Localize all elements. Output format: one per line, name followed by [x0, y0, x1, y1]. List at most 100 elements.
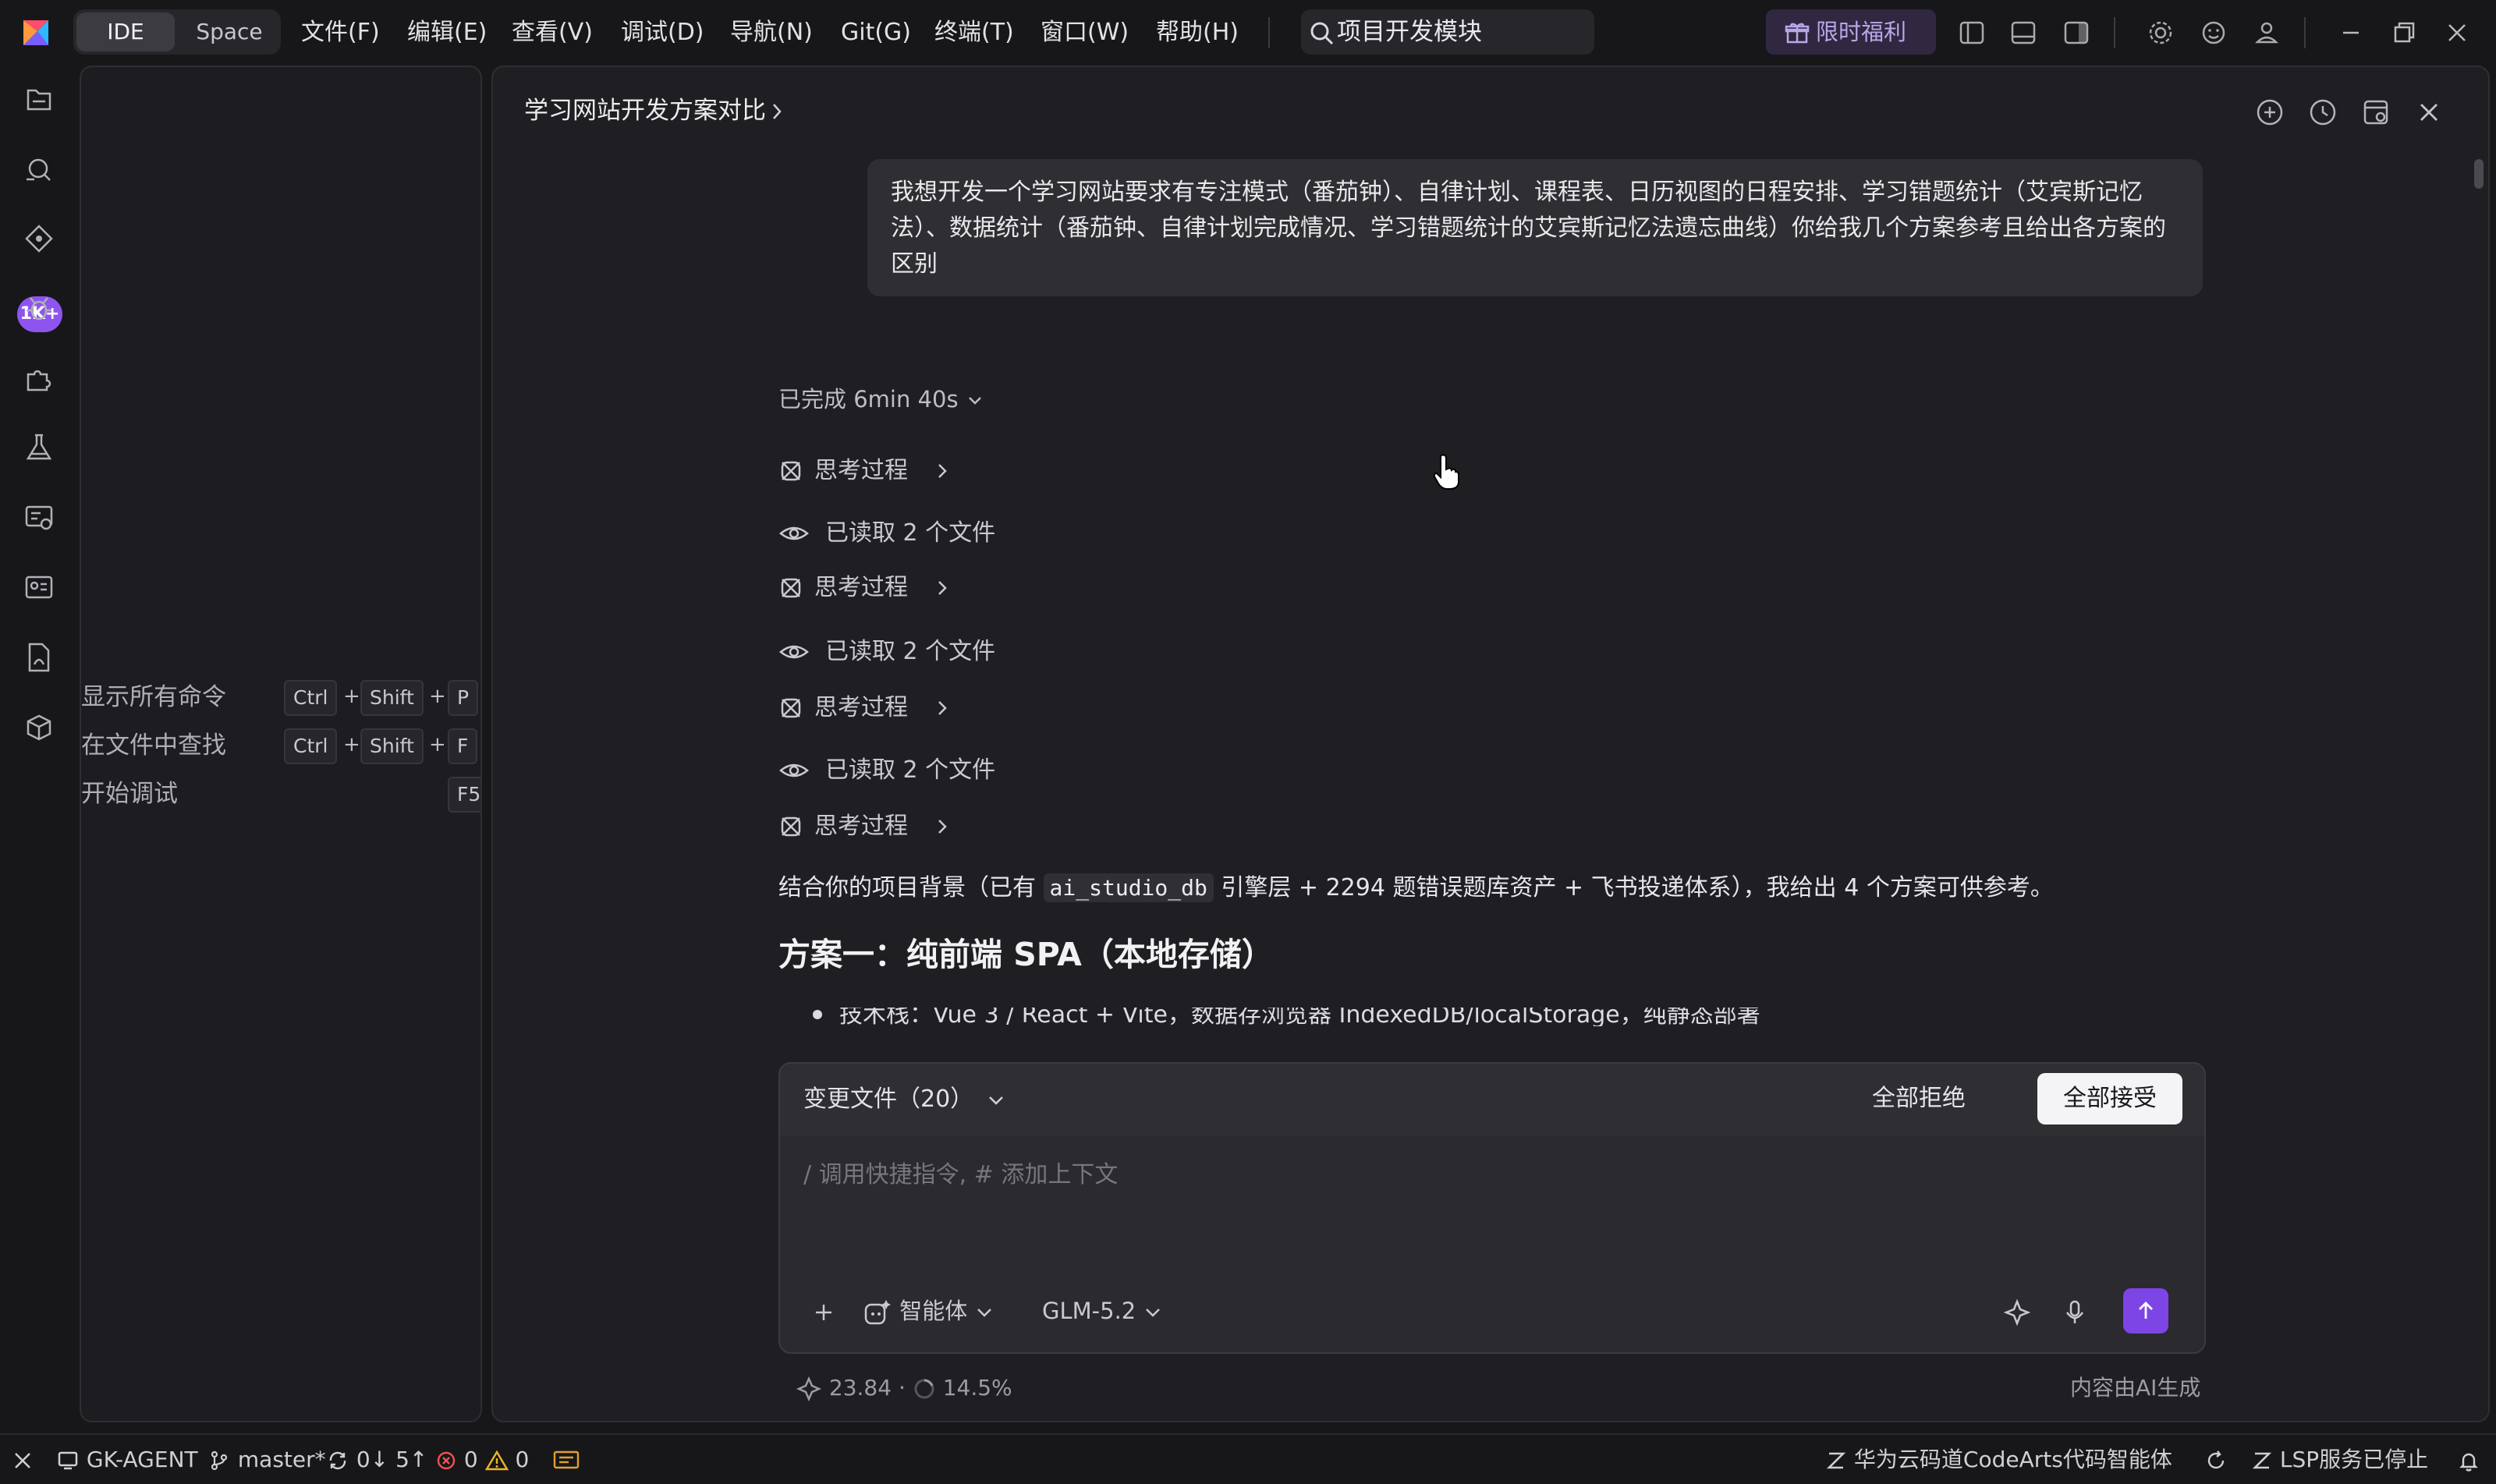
debug-bug-icon[interactable]	[17, 287, 61, 331]
restore-window-icon[interactable]	[2387, 16, 2421, 50]
remote-monitor-icon[interactable]	[17, 496, 61, 540]
git-sync-indicator[interactable]: 0↓ 5↑	[326, 1435, 427, 1484]
sync-counts: 0↓ 5↑	[356, 1447, 428, 1472]
monitor-icon	[58, 1451, 78, 1470]
menu-edit[interactable]: 编辑(E)	[407, 16, 487, 50]
command-start-debug[interactable]: 开始调试 F5	[81, 772, 480, 816]
search-files-icon[interactable]	[17, 148, 61, 192]
model-select-dropdown[interactable]: GLM-5.2	[1042, 1291, 1163, 1330]
step-thinking[interactable]: 思考过程	[778, 809, 966, 844]
feedback-smiley-icon[interactable]	[2196, 16, 2231, 50]
mode-space-tab[interactable]: Space	[181, 12, 278, 51]
app-logo-icon	[19, 16, 53, 50]
remote-connect-icon[interactable]	[11, 1435, 34, 1484]
credits-icon	[796, 1376, 822, 1402]
explorer-folder-icon[interactable]	[17, 78, 61, 122]
toggle-bottom-panel-icon[interactable]	[2006, 16, 2040, 50]
menu-view[interactable]: 查看(V)	[512, 16, 593, 50]
shortcut-key: P	[448, 680, 479, 716]
shortcut-plus: +	[343, 685, 360, 708]
stats-separator: ·	[898, 1375, 906, 1401]
welcome-panel: 显示所有命令 Ctrl + Shift + P 在文件中查找 Ctrl + Sh…	[80, 66, 482, 1422]
step-thinking[interactable]: 思考过程	[778, 454, 966, 488]
chevron-down-icon	[977, 1309, 992, 1317]
eye-icon	[779, 526, 809, 540]
close-window-icon[interactable]	[2440, 16, 2474, 50]
menu-git[interactable]: Git(G)	[841, 16, 911, 50]
menu-navigate[interactable]: 导航(N)	[730, 16, 813, 50]
project-indicator[interactable]: GK-AGENT	[56, 1435, 198, 1484]
intro-text: 结合你的项目背景（已有	[778, 874, 1044, 901]
notifications-bell-icon[interactable]	[2457, 1435, 2480, 1484]
step-thinking[interactable]: 思考过程	[778, 571, 966, 605]
changed-files-toggle[interactable]: 变更文件（20）	[803, 1081, 973, 1118]
completion-status[interactable]: 已完成 6min 40s	[778, 382, 984, 416]
sync-icon	[329, 1451, 346, 1470]
window-controls-divider	[2304, 17, 2306, 48]
conversation-title[interactable]: 学习网站开发方案对比	[524, 94, 766, 128]
close-panel-icon[interactable]	[2410, 94, 2448, 131]
codearts-label: 华为云码道CodeArts代码智能体	[1853, 1447, 2172, 1472]
output-panel-icon[interactable]	[552, 1435, 580, 1484]
step-read-files[interactable]: 已读取 2 个文件	[778, 753, 1012, 788]
chevron-down-icon	[1146, 1309, 1161, 1317]
lsp-status[interactable]: LSP服务已停止	[2251, 1435, 2428, 1484]
thinking-brain-icon	[781, 461, 801, 481]
menu-window[interactable]: 窗口(W)	[1041, 16, 1129, 50]
problems-indicator[interactable]: 0 0	[435, 1435, 529, 1484]
open-in-editor-icon[interactable]	[2357, 94, 2395, 131]
contacts-card-icon[interactable]	[17, 566, 61, 610]
settings-gear-icon[interactable]	[2143, 16, 2178, 50]
command-show-all[interactable]: 显示所有命令 Ctrl + Shift + P	[81, 675, 480, 719]
reject-all-button[interactable]: 全部拒绝	[1872, 1079, 1966, 1118]
source-control-icon[interactable]	[17, 218, 61, 262]
send-button[interactable]	[2123, 1288, 2168, 1333]
warning-triangle-icon	[484, 1450, 509, 1471]
promo-button[interactable]: 限时福利	[1766, 9, 1936, 55]
step-label: 思考过程	[814, 813, 908, 840]
step-read-files[interactable]: 已读取 2 个文件	[778, 635, 1012, 669]
package-box-icon[interactable]	[17, 707, 61, 750]
testing-flask-icon[interactable]	[17, 426, 61, 469]
shortcut-key: F5	[448, 777, 480, 813]
lsp-label: LSP服务已停止	[2279, 1447, 2429, 1472]
menu-terminal[interactable]: 终端(T)	[934, 16, 1014, 50]
accept-all-button[interactable]: 全部接受	[2037, 1073, 2182, 1125]
extensions-puzzle-icon[interactable]	[17, 357, 61, 401]
sparkle-icon	[2003, 1298, 2031, 1326]
eye-icon	[779, 645, 809, 659]
add-context-button[interactable]	[810, 1291, 838, 1330]
menu-file[interactable]: 文件(F)	[301, 16, 380, 50]
step-read-files[interactable]: 已读取 2 个文件	[778, 516, 1012, 551]
project-search-box[interactable]: 项目开发模块	[1301, 9, 1594, 55]
token-count: 23.84	[828, 1375, 892, 1401]
minimize-icon[interactable]	[2334, 16, 2368, 50]
chevron-down-icon[interactable]	[986, 1090, 1006, 1110]
toggle-left-panel-icon[interactable]	[1955, 16, 1989, 50]
message-input[interactable]: / 调用快捷指令, # 添加上下文	[803, 1157, 1118, 1193]
agent-mode-dropdown[interactable]: 智能体	[861, 1291, 994, 1330]
menu-debug[interactable]: 调试(D)	[621, 16, 704, 50]
toggle-right-panel-icon[interactable]	[2059, 16, 2094, 50]
step-thinking[interactable]: 思考过程	[778, 691, 966, 725]
pdf-document-icon[interactable]	[17, 636, 61, 680]
gift-icon	[1785, 23, 1810, 44]
codearts-agent-status[interactable]: 华为云码道CodeArts代码智能体	[1825, 1435, 2172, 1484]
account-user-icon[interactable]	[2250, 16, 2284, 50]
model-label: GLM-5.2	[1042, 1298, 1136, 1324]
new-chat-icon[interactable]	[2251, 94, 2289, 131]
command-find-in-files[interactable]: 在文件中查找 Ctrl + Shift + F	[81, 724, 480, 767]
enhance-prompt-button[interactable]	[2001, 1291, 2033, 1330]
agent-mode-label: 智能体	[899, 1298, 968, 1324]
mode-ide-tab[interactable]: IDE	[76, 12, 175, 51]
voice-input-button[interactable]	[2059, 1291, 2090, 1330]
arrow-up-icon	[2139, 1302, 2153, 1319]
history-clock-icon[interactable]	[2304, 94, 2342, 131]
chat-scrollbar[interactable]	[2474, 159, 2484, 189]
chevron-right-icon	[773, 104, 782, 119]
branch-name: master*	[237, 1447, 326, 1472]
git-branch-indicator[interactable]: master*	[207, 1435, 326, 1484]
chevron-right-icon	[938, 701, 947, 715]
menu-help[interactable]: 帮助(H)	[1156, 16, 1239, 50]
refresh-icon[interactable]	[2204, 1435, 2228, 1484]
